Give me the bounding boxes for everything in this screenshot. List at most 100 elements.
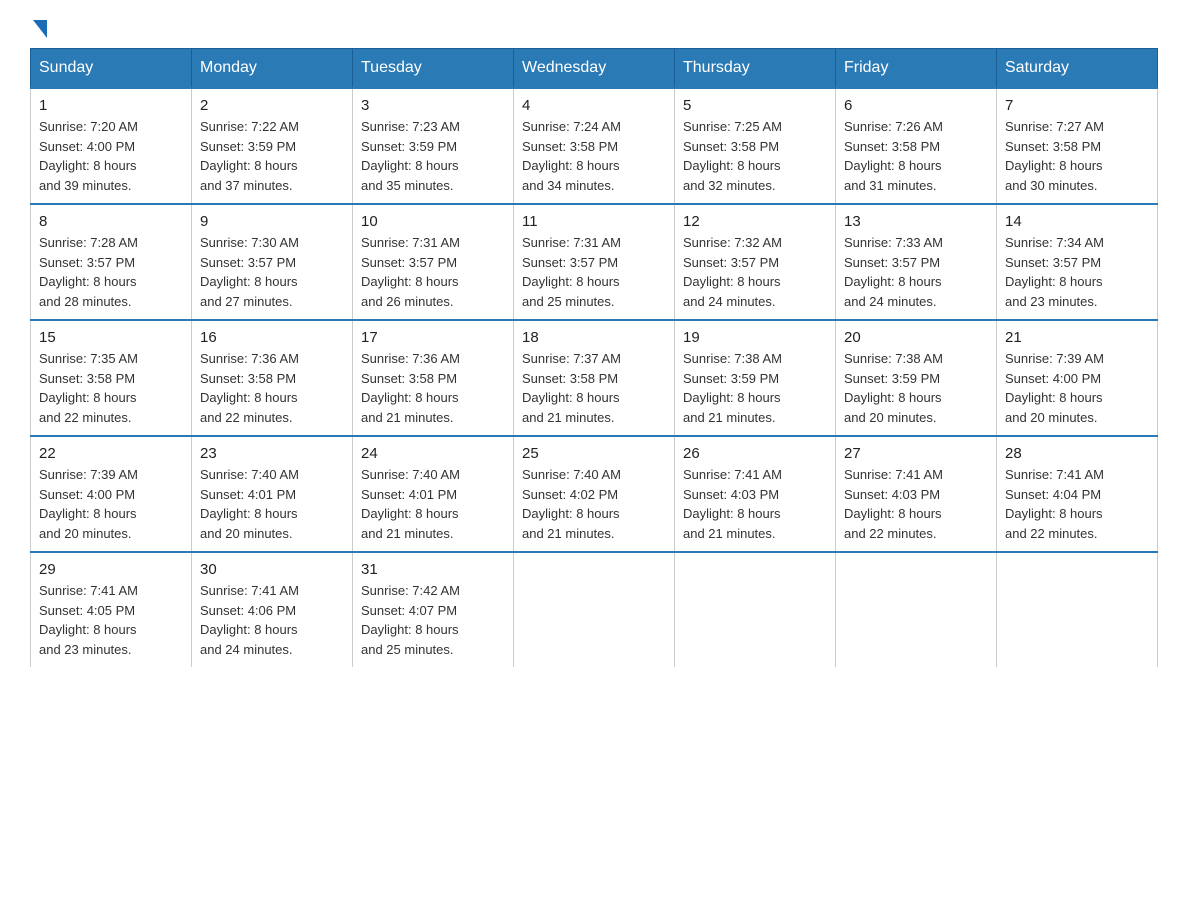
week-row-2: 8 Sunrise: 7:28 AM Sunset: 3:57 PM Dayli…: [31, 204, 1158, 320]
day-info: Sunrise: 7:38 AM Sunset: 3:59 PM Dayligh…: [844, 349, 988, 427]
day-number: 1: [39, 97, 183, 114]
day-number: 20: [844, 329, 988, 346]
calendar-cell: 13 Sunrise: 7:33 AM Sunset: 3:57 PM Dayl…: [836, 204, 997, 320]
day-info: Sunrise: 7:41 AM Sunset: 4:06 PM Dayligh…: [200, 581, 344, 659]
day-info: Sunrise: 7:37 AM Sunset: 3:58 PM Dayligh…: [522, 349, 666, 427]
day-info: Sunrise: 7:33 AM Sunset: 3:57 PM Dayligh…: [844, 233, 988, 311]
week-row-4: 22 Sunrise: 7:39 AM Sunset: 4:00 PM Dayl…: [31, 436, 1158, 552]
day-number: 14: [1005, 213, 1149, 230]
calendar-cell: 2 Sunrise: 7:22 AM Sunset: 3:59 PM Dayli…: [192, 88, 353, 204]
calendar-cell: 19 Sunrise: 7:38 AM Sunset: 3:59 PM Dayl…: [675, 320, 836, 436]
calendar-cell: 20 Sunrise: 7:38 AM Sunset: 3:59 PM Dayl…: [836, 320, 997, 436]
calendar-cell: 3 Sunrise: 7:23 AM Sunset: 3:59 PM Dayli…: [353, 88, 514, 204]
calendar-cell: 12 Sunrise: 7:32 AM Sunset: 3:57 PM Dayl…: [675, 204, 836, 320]
day-number: 30: [200, 561, 344, 578]
calendar-cell: 31 Sunrise: 7:42 AM Sunset: 4:07 PM Dayl…: [353, 552, 514, 667]
day-number: 17: [361, 329, 505, 346]
calendar-cell: 15 Sunrise: 7:35 AM Sunset: 3:58 PM Dayl…: [31, 320, 192, 436]
calendar-cell: 26 Sunrise: 7:41 AM Sunset: 4:03 PM Dayl…: [675, 436, 836, 552]
day-number: 9: [200, 213, 344, 230]
day-number: 24: [361, 445, 505, 462]
calendar-cell: [997, 552, 1158, 667]
day-info: Sunrise: 7:34 AM Sunset: 3:57 PM Dayligh…: [1005, 233, 1149, 311]
header-thursday: Thursday: [675, 49, 836, 89]
calendar-table: SundayMondayTuesdayWednesdayThursdayFrid…: [30, 48, 1158, 667]
day-info: Sunrise: 7:35 AM Sunset: 3:58 PM Dayligh…: [39, 349, 183, 427]
logo: [30, 20, 47, 30]
calendar-cell: 22 Sunrise: 7:39 AM Sunset: 4:00 PM Dayl…: [31, 436, 192, 552]
calendar-cell: 25 Sunrise: 7:40 AM Sunset: 4:02 PM Dayl…: [514, 436, 675, 552]
calendar-cell: 11 Sunrise: 7:31 AM Sunset: 3:57 PM Dayl…: [514, 204, 675, 320]
week-row-3: 15 Sunrise: 7:35 AM Sunset: 3:58 PM Dayl…: [31, 320, 1158, 436]
day-number: 13: [844, 213, 988, 230]
day-info: Sunrise: 7:32 AM Sunset: 3:57 PM Dayligh…: [683, 233, 827, 311]
day-info: Sunrise: 7:25 AM Sunset: 3:58 PM Dayligh…: [683, 117, 827, 195]
calendar-cell: 16 Sunrise: 7:36 AM Sunset: 3:58 PM Dayl…: [192, 320, 353, 436]
calendar-cell: 24 Sunrise: 7:40 AM Sunset: 4:01 PM Dayl…: [353, 436, 514, 552]
calendar-cell: 1 Sunrise: 7:20 AM Sunset: 4:00 PM Dayli…: [31, 88, 192, 204]
day-number: 18: [522, 329, 666, 346]
day-info: Sunrise: 7:26 AM Sunset: 3:58 PM Dayligh…: [844, 117, 988, 195]
day-number: 4: [522, 97, 666, 114]
calendar-cell: [836, 552, 997, 667]
day-info: Sunrise: 7:28 AM Sunset: 3:57 PM Dayligh…: [39, 233, 183, 311]
day-number: 23: [200, 445, 344, 462]
calendar-cell: 17 Sunrise: 7:36 AM Sunset: 3:58 PM Dayl…: [353, 320, 514, 436]
day-number: 6: [844, 97, 988, 114]
day-number: 8: [39, 213, 183, 230]
logo-arrow-icon: [33, 20, 47, 38]
header-wednesday: Wednesday: [514, 49, 675, 89]
day-info: Sunrise: 7:41 AM Sunset: 4:05 PM Dayligh…: [39, 581, 183, 659]
day-info: Sunrise: 7:31 AM Sunset: 3:57 PM Dayligh…: [361, 233, 505, 311]
header-monday: Monday: [192, 49, 353, 89]
day-number: 28: [1005, 445, 1149, 462]
week-row-5: 29 Sunrise: 7:41 AM Sunset: 4:05 PM Dayl…: [31, 552, 1158, 667]
day-number: 10: [361, 213, 505, 230]
calendar-header-row: SundayMondayTuesdayWednesdayThursdayFrid…: [31, 49, 1158, 89]
calendar-cell: 9 Sunrise: 7:30 AM Sunset: 3:57 PM Dayli…: [192, 204, 353, 320]
day-info: Sunrise: 7:31 AM Sunset: 3:57 PM Dayligh…: [522, 233, 666, 311]
day-info: Sunrise: 7:39 AM Sunset: 4:00 PM Dayligh…: [1005, 349, 1149, 427]
day-info: Sunrise: 7:20 AM Sunset: 4:00 PM Dayligh…: [39, 117, 183, 195]
day-info: Sunrise: 7:23 AM Sunset: 3:59 PM Dayligh…: [361, 117, 505, 195]
header-tuesday: Tuesday: [353, 49, 514, 89]
calendar-cell: 10 Sunrise: 7:31 AM Sunset: 3:57 PM Dayl…: [353, 204, 514, 320]
day-number: 5: [683, 97, 827, 114]
calendar-cell: 18 Sunrise: 7:37 AM Sunset: 3:58 PM Dayl…: [514, 320, 675, 436]
day-info: Sunrise: 7:38 AM Sunset: 3:59 PM Dayligh…: [683, 349, 827, 427]
day-number: 31: [361, 561, 505, 578]
calendar-cell: [514, 552, 675, 667]
day-number: 29: [39, 561, 183, 578]
calendar-cell: 8 Sunrise: 7:28 AM Sunset: 3:57 PM Dayli…: [31, 204, 192, 320]
calendar-cell: 7 Sunrise: 7:27 AM Sunset: 3:58 PM Dayli…: [997, 88, 1158, 204]
week-row-1: 1 Sunrise: 7:20 AM Sunset: 4:00 PM Dayli…: [31, 88, 1158, 204]
day-number: 15: [39, 329, 183, 346]
day-info: Sunrise: 7:22 AM Sunset: 3:59 PM Dayligh…: [200, 117, 344, 195]
day-info: Sunrise: 7:42 AM Sunset: 4:07 PM Dayligh…: [361, 581, 505, 659]
calendar-cell: 29 Sunrise: 7:41 AM Sunset: 4:05 PM Dayl…: [31, 552, 192, 667]
day-number: 7: [1005, 97, 1149, 114]
calendar-cell: 23 Sunrise: 7:40 AM Sunset: 4:01 PM Dayl…: [192, 436, 353, 552]
day-number: 27: [844, 445, 988, 462]
day-info: Sunrise: 7:41 AM Sunset: 4:04 PM Dayligh…: [1005, 465, 1149, 543]
calendar-cell: [675, 552, 836, 667]
day-info: Sunrise: 7:40 AM Sunset: 4:01 PM Dayligh…: [200, 465, 344, 543]
calendar-cell: 6 Sunrise: 7:26 AM Sunset: 3:58 PM Dayli…: [836, 88, 997, 204]
day-info: Sunrise: 7:36 AM Sunset: 3:58 PM Dayligh…: [361, 349, 505, 427]
calendar-cell: 30 Sunrise: 7:41 AM Sunset: 4:06 PM Dayl…: [192, 552, 353, 667]
day-info: Sunrise: 7:24 AM Sunset: 3:58 PM Dayligh…: [522, 117, 666, 195]
day-info: Sunrise: 7:41 AM Sunset: 4:03 PM Dayligh…: [844, 465, 988, 543]
calendar-cell: 27 Sunrise: 7:41 AM Sunset: 4:03 PM Dayl…: [836, 436, 997, 552]
calendar-cell: 5 Sunrise: 7:25 AM Sunset: 3:58 PM Dayli…: [675, 88, 836, 204]
day-info: Sunrise: 7:27 AM Sunset: 3:58 PM Dayligh…: [1005, 117, 1149, 195]
calendar-cell: 28 Sunrise: 7:41 AM Sunset: 4:04 PM Dayl…: [997, 436, 1158, 552]
day-number: 2: [200, 97, 344, 114]
calendar-cell: 14 Sunrise: 7:34 AM Sunset: 3:57 PM Dayl…: [997, 204, 1158, 320]
calendar-cell: 4 Sunrise: 7:24 AM Sunset: 3:58 PM Dayli…: [514, 88, 675, 204]
day-info: Sunrise: 7:40 AM Sunset: 4:01 PM Dayligh…: [361, 465, 505, 543]
day-info: Sunrise: 7:39 AM Sunset: 4:00 PM Dayligh…: [39, 465, 183, 543]
header-friday: Friday: [836, 49, 997, 89]
header-saturday: Saturday: [997, 49, 1158, 89]
header-sunday: Sunday: [31, 49, 192, 89]
page-header: [30, 20, 1158, 30]
